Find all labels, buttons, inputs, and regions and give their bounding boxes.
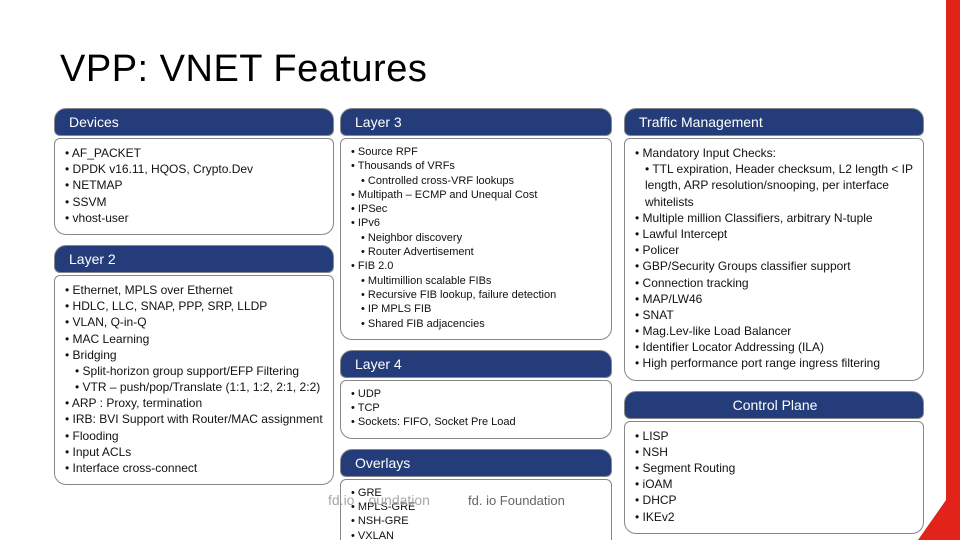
- list-item: Recursive FIB lookup, failure detection: [361, 288, 603, 302]
- list-item: Identifier Locator Addressing (ILA): [635, 339, 915, 355]
- layer2-header: Layer 2: [54, 245, 334, 273]
- list-item: NSH-GRE: [351, 514, 603, 528]
- side-accent-bar: [946, 0, 960, 540]
- list-item: IPv6Neighbor discoveryRouter Advertiseme…: [351, 216, 603, 259]
- list-item: LISP: [635, 428, 915, 444]
- list-item: TCP: [351, 401, 603, 415]
- list-item: AF_PACKET: [65, 145, 325, 161]
- sub-list: Multimillion scalable FIBsRecursive FIB …: [361, 274, 603, 331]
- devices-header: Devices: [54, 108, 334, 136]
- list-item: DPDK v16.11, HQOS, Crypto.Dev: [65, 161, 325, 177]
- list-item: FIB 2.0Multimillion scalable FIBsRecursi…: [351, 259, 603, 330]
- layer3-body: Source RPFThousands of VRFsControlled cr…: [340, 138, 612, 340]
- list-item: Input ACLs: [65, 444, 325, 460]
- devices-body: AF_PACKETDPDK v16.11, HQOS, Crypto.DevNE…: [54, 138, 334, 235]
- list-item: vhost-user: [65, 210, 325, 226]
- list-item: Lawful Intercept: [635, 226, 915, 242]
- list-item: Neighbor discovery: [361, 231, 603, 245]
- overlays-body: GREMPLS-GRENSH-GREVXLANVXLAN-GPEL2TPv3: [340, 479, 612, 540]
- layer2-list: Ethernet, MPLS over EthernetHDLC, LLC, S…: [65, 282, 325, 476]
- overlays-header: Overlays: [340, 449, 612, 477]
- list-item: BridgingSplit-horizon group support/EFP …: [65, 347, 325, 396]
- list-item: UDP: [351, 387, 603, 401]
- list-item: Segment Routing: [635, 460, 915, 476]
- layer4-body: UDPTCPSockets: FIFO, Socket Pre Load: [340, 380, 612, 439]
- list-item: Shared FIB adjacencies: [361, 317, 603, 331]
- list-item: NETMAP: [65, 177, 325, 193]
- list-item: IKEv2: [635, 509, 915, 525]
- corner-accent: [918, 480, 960, 540]
- list-item: DHCP: [635, 492, 915, 508]
- column-right: Traffic Management Mandatory Input Check…: [624, 108, 924, 540]
- list-item: Policer: [635, 242, 915, 258]
- list-item: Mandatory Input Checks:TTL expiration, H…: [635, 145, 915, 210]
- list-item: NSH: [635, 444, 915, 460]
- list-item: SSVM: [65, 194, 325, 210]
- layer3-list: Source RPFThousands of VRFsControlled cr…: [351, 145, 603, 331]
- list-item: Connection tracking: [635, 275, 915, 291]
- footer-left: fd.io oundation: [328, 492, 430, 508]
- list-item: ARP : Proxy, termination: [65, 395, 325, 411]
- list-item: High performance port range ingress filt…: [635, 355, 915, 371]
- list-item: Thousands of VRFsControlled cross-VRF lo…: [351, 159, 603, 188]
- list-item: Split-horizon group support/EFP Filterin…: [75, 363, 325, 379]
- layer4-list: UDPTCPSockets: FIFO, Socket Pre Load: [351, 387, 603, 430]
- layer4-header: Layer 4: [340, 350, 612, 378]
- control-body: LISPNSHSegment RoutingiOAMDHCPIKEv2: [624, 421, 924, 534]
- list-item: IPSec: [351, 202, 603, 216]
- devices-list: AF_PACKETDPDK v16.11, HQOS, Crypto.DevNE…: [65, 145, 325, 226]
- control-list: LISPNSHSegment RoutingiOAMDHCPIKEv2: [635, 428, 915, 525]
- list-item: Sockets: FIFO, Socket Pre Load: [351, 415, 603, 429]
- list-item: Controlled cross-VRF lookups: [361, 174, 603, 188]
- column-mid: Layer 3 Source RPFThousands of VRFsContr…: [340, 108, 612, 540]
- traffic-body: Mandatory Input Checks:TTL expiration, H…: [624, 138, 924, 381]
- list-item: HDLC, LLC, SNAP, PPP, SRP, LLDP: [65, 298, 325, 314]
- list-item: VTR – push/pop/Translate (1:1, 1:2, 2:1,…: [75, 379, 325, 395]
- list-item: Multipath – ECMP and Unequal Cost: [351, 188, 603, 202]
- list-item: Router Advertisement: [361, 245, 603, 259]
- list-item: Multimillion scalable FIBs: [361, 274, 603, 288]
- control-header: Control Plane: [624, 391, 924, 419]
- list-item: iOAM: [635, 476, 915, 492]
- list-item: Flooding: [65, 428, 325, 444]
- list-item: IRB: BVI Support with Router/MAC assignm…: [65, 411, 325, 427]
- list-item: MAC Learning: [65, 331, 325, 347]
- list-item: Mag.Lev-like Load Balancer: [635, 323, 915, 339]
- list-item: Interface cross-connect: [65, 460, 325, 476]
- list-item: VXLAN: [351, 529, 603, 540]
- footer-right: fd. io Foundation: [468, 493, 565, 508]
- column-left: Devices AF_PACKETDPDK v16.11, HQOS, Cryp…: [54, 108, 334, 495]
- list-item: MAP/LW46: [635, 291, 915, 307]
- list-item: Ethernet, MPLS over Ethernet: [65, 282, 325, 298]
- list-item: Multiple million Classifiers, arbitrary …: [635, 210, 915, 226]
- list-item: Source RPF: [351, 145, 603, 159]
- traffic-header: Traffic Management: [624, 108, 924, 136]
- sub-list: Controlled cross-VRF lookups: [361, 174, 603, 188]
- list-item: IP MPLS FIB: [361, 302, 603, 316]
- list-item: GBP/Security Groups classifier support: [635, 258, 915, 274]
- slide-title: VPP: VNET Features: [60, 48, 427, 91]
- sub-list: Neighbor discoveryRouter Advertisement: [361, 231, 603, 260]
- sub-list: TTL expiration, Header checksum, L2 leng…: [645, 161, 915, 210]
- layer3-header: Layer 3: [340, 108, 612, 136]
- list-item: VLAN, Q-in-Q: [65, 314, 325, 330]
- list-item: SNAT: [635, 307, 915, 323]
- list-item: TTL expiration, Header checksum, L2 leng…: [645, 161, 915, 210]
- sub-list: Split-horizon group support/EFP Filterin…: [75, 363, 325, 395]
- traffic-list: Mandatory Input Checks:TTL expiration, H…: [635, 145, 915, 372]
- layer2-body: Ethernet, MPLS over EthernetHDLC, LLC, S…: [54, 275, 334, 485]
